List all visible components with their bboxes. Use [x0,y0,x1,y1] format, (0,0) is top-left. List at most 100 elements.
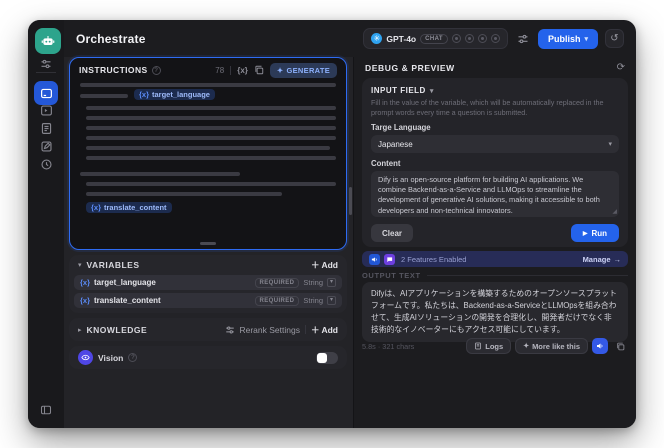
resize-handle[interactable] [200,242,216,245]
logs-icon [475,342,482,350]
manage-features-link[interactable]: Manage → [583,255,621,264]
model-parameters-icon[interactable] [515,31,531,47]
variable-chip-target-language[interactable]: {x} target_language [134,89,215,100]
target-language-label: Targe Language [371,123,431,132]
model-tune-icon[interactable] [38,56,54,72]
more-like-this-label: More like this [532,341,580,351]
help-icon[interactable]: ? [151,65,161,75]
refresh-icon[interactable]: ⟳ [617,62,625,73]
variable-icon: {x} [139,90,150,99]
chevron-right-icon[interactable]: ▸ [78,326,82,334]
variables-title: VARIABLES [86,260,140,270]
vision-section: Vision ? [69,346,347,369]
generate-label: GENERATE [286,65,330,75]
knowledge-section: ▸ KNOWLEDGE Rerank Settings ＋ Add [69,318,347,341]
edit-type-icon[interactable]: ▾ [327,296,336,305]
openai-icon: ✳ [371,33,383,44]
variable-chip-label: translate_content [104,203,167,212]
run-button[interactable]: ▶ Run [570,224,619,242]
prompt-text-line [86,136,336,140]
model-mode-badge: CHAT [420,33,448,44]
collapse-panel-icon[interactable] [38,402,54,418]
clear-label: Clear [382,228,403,238]
variable-icon: {x} [80,296,91,305]
more-like-this-button[interactable]: ✦ More like this [515,338,588,354]
divider [304,325,306,334]
generate-button[interactable]: ✦ GENERATE [269,62,337,78]
edit-type-icon[interactable]: ▾ [327,278,336,287]
copy-button[interactable] [612,338,628,354]
target-language-select[interactable]: Japanese ▾ [371,135,619,153]
resize-corner-icon[interactable]: ◢ [612,208,617,216]
vision-eye-icon [78,350,93,365]
vision-toggle[interactable] [316,351,338,364]
vision-title: Vision [98,352,124,363]
prompt-text-line [86,182,336,186]
model-name: GPT-4o [386,33,417,44]
required-badge: REQUIRED [254,295,300,306]
manage-label: Manage [582,254,611,264]
conversation-opener-icon [384,253,395,265]
prompt-text-line [86,192,282,196]
variable-name: target_language [94,278,156,287]
variable-type: String [303,296,323,305]
prompt-text-line [86,146,330,150]
content-textarea[interactable]: Dify is an open-source platform for buil… [371,171,619,217]
model-selector[interactable]: ✳ GPT-4o CHAT [363,28,508,49]
features-bar[interactable]: 2 Features Enabled Manage → [362,251,628,267]
sparkle-icon: ✦ [276,65,284,75]
publish-button[interactable]: Publish ▾ [537,28,598,49]
variable-type: String [303,278,323,287]
sidebar-item-preview[interactable] [38,102,54,118]
sidebar-item-logs[interactable] [38,120,54,136]
orchestrate-panel: INSTRUCTIONS ? 78 {x} ✦ GENERATE {x} tar… [64,57,353,428]
add-label: Add [321,324,338,335]
run-label: Run [591,228,607,238]
chevron-down-icon[interactable]: ▾ [430,87,434,95]
output-text: Difyは、AIアプリケーションを構築するためのオープンソースプラットフォームで… [371,289,617,335]
history-button[interactable]: ↺ [605,29,624,48]
sidebar-item-monitoring[interactable] [38,156,54,172]
app-logo[interactable] [35,28,61,54]
variable-row[interactable]: {x} target_language REQUIRED String ▾ [74,275,342,290]
add-knowledge-button[interactable]: ＋ Add [311,324,338,336]
speaker-button[interactable] [592,338,608,354]
copy-icon[interactable] [254,65,264,75]
knowledge-title: KNOWLEDGE [86,324,148,335]
scrollbar[interactable] [349,187,352,215]
help-icon[interactable]: ? [128,353,138,362]
chevron-down-icon[interactable]: ▾ [78,261,82,269]
content-label: Content [371,159,401,168]
variable-icon: {x} [80,278,91,287]
chevron-down-icon: ▾ [608,141,612,148]
play-icon: ▶ [582,230,588,237]
model-capability-icon [464,34,474,43]
page-title: Orchestrate [76,31,146,46]
output-text-card: Difyは、AIアプリケーションを構築するためのオープンソースプラットフォームで… [362,282,628,343]
publish-label: Publish [547,33,581,44]
logs-button[interactable]: Logs [466,338,512,354]
prompt-text-line [86,116,336,120]
variable-chip-translate-content[interactable]: {x} translate_content [86,202,172,213]
variable-chip-label: target_language [152,90,210,99]
plus-icon: ＋ [310,260,320,270]
divider [426,275,628,276]
app-window: Orchestrate ✳ GPT-4o CHAT Publish ▾ ↺ IN… [28,20,636,428]
logs-label: Logs [485,341,504,351]
sidebar [28,20,64,428]
add-variable-button[interactable]: ＋ Add [311,259,338,271]
rerank-settings-button[interactable]: Rerank Settings [225,325,300,335]
sidebar-item-annotations[interactable] [38,138,54,154]
instructions-editor[interactable]: INSTRUCTIONS ? 78 {x} ✦ GENERATE {x} tar… [69,57,347,250]
variable-name: translate_content [94,296,161,305]
prompt-text-line [80,172,240,176]
variable-icon: {x} [91,203,102,212]
rerank-icon [226,326,235,333]
divider [230,65,232,75]
clear-button[interactable]: Clear [371,224,414,242]
insert-variable-icon[interactable]: {x} [237,66,248,75]
sparkle-icon: ✦ [523,343,530,350]
plus-icon: ＋ [310,324,320,335]
model-capability-icon [451,34,461,43]
variable-row[interactable]: {x} translate_content REQUIRED String ▾ [74,293,342,308]
